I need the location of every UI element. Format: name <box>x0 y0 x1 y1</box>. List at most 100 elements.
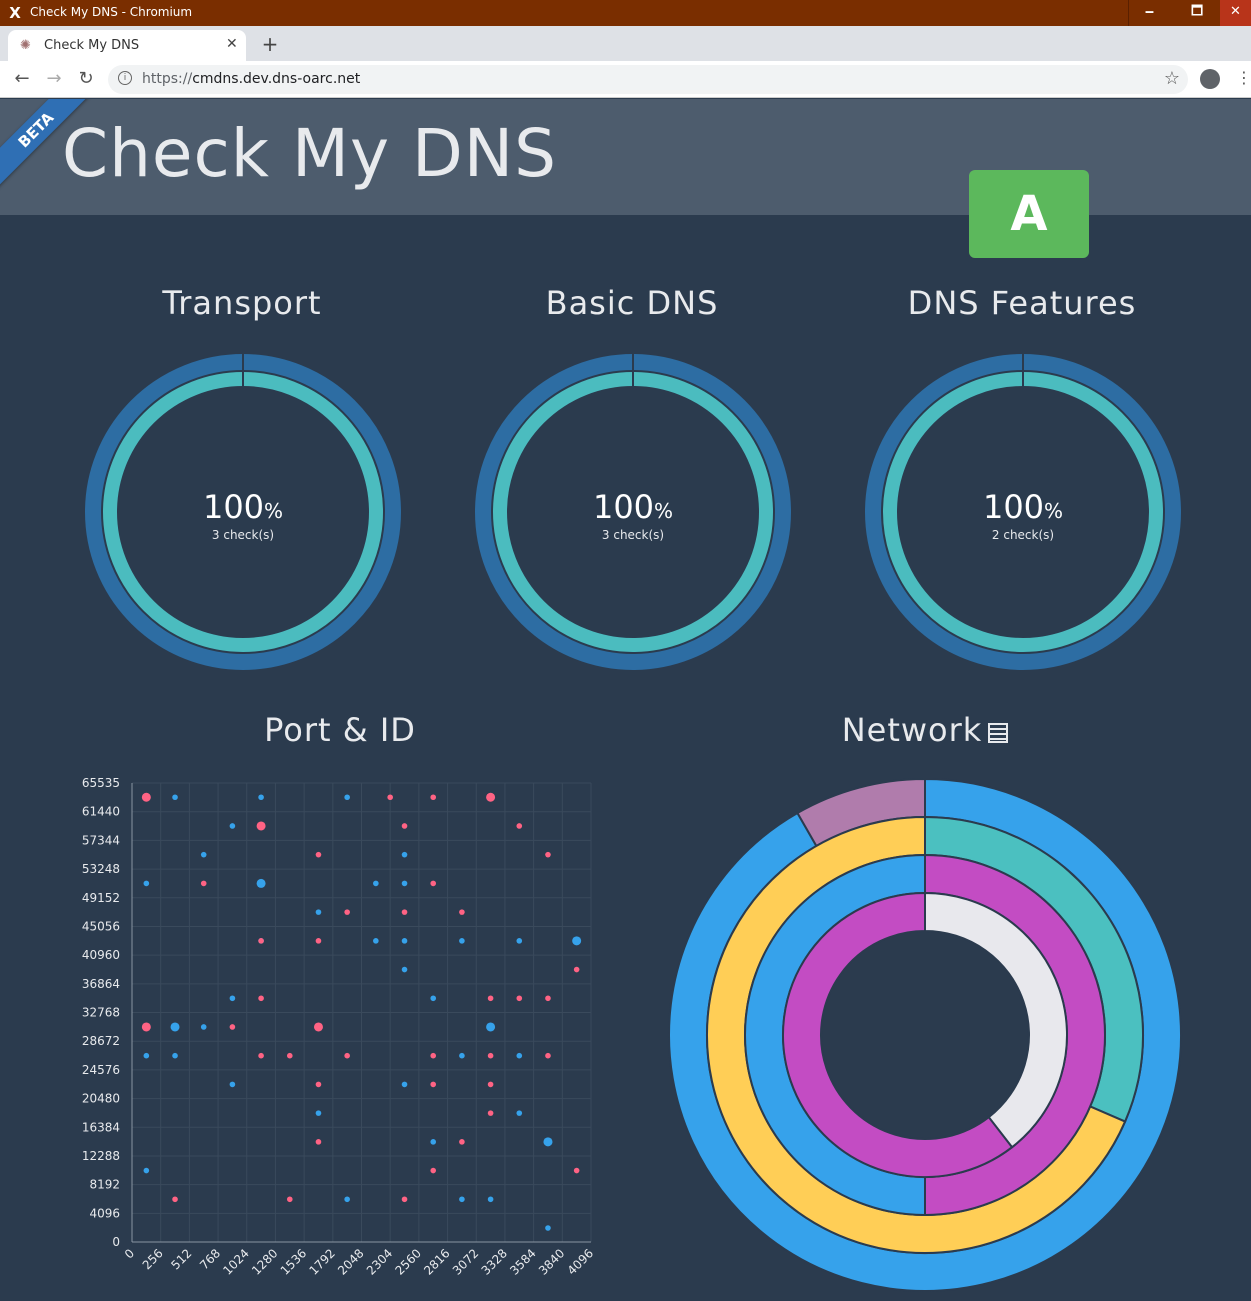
tab-check-my-dns[interactable]: ✺ Check My DNS ✕ <box>8 30 246 61</box>
data-point[interactable] <box>200 880 207 887</box>
data-point[interactable] <box>143 880 150 887</box>
data-point[interactable] <box>573 966 580 973</box>
list-icon[interactable] <box>988 723 1009 743</box>
data-point[interactable] <box>373 880 379 887</box>
data-point[interactable] <box>258 794 264 801</box>
data-point[interactable] <box>430 794 437 801</box>
address-bar[interactable]: i https://cmdns.dev.dns-oarc.net ☆ <box>108 65 1188 94</box>
info-icon[interactable]: i <box>118 71 132 85</box>
data-point[interactable] <box>344 1052 350 1059</box>
data-point[interactable] <box>487 1052 494 1059</box>
data-point[interactable] <box>401 1081 408 1088</box>
data-point[interactable] <box>229 1024 236 1030</box>
data-point[interactable] <box>143 1052 150 1059</box>
maximize-button[interactable]: 🗖 <box>1176 0 1218 26</box>
y-tick-label: 57344 <box>82 833 120 847</box>
data-point[interactable] <box>516 1110 523 1116</box>
data-point[interactable] <box>229 823 236 829</box>
data-point[interactable] <box>315 938 322 944</box>
profile-avatar-icon[interactable] <box>1200 69 1220 89</box>
reload-icon[interactable]: ↻ <box>74 68 98 90</box>
window-title: Check My DNS - Chromium <box>30 5 193 19</box>
new-tab-button[interactable]: + <box>258 32 282 56</box>
data-point[interactable] <box>258 1052 264 1059</box>
data-point[interactable] <box>256 821 266 831</box>
data-point[interactable] <box>286 1052 293 1059</box>
network-title: Network <box>775 711 1075 749</box>
data-point[interactable] <box>256 878 266 888</box>
tab-close-icon[interactable]: ✕ <box>226 36 238 52</box>
data-point[interactable] <box>459 938 465 944</box>
data-point[interactable] <box>573 1167 580 1174</box>
data-point[interactable] <box>200 1024 207 1030</box>
data-point[interactable] <box>401 938 408 944</box>
data-point[interactable] <box>401 1196 408 1203</box>
data-point[interactable] <box>172 1052 178 1059</box>
data-point[interactable] <box>315 1110 322 1116</box>
data-point[interactable] <box>459 1196 465 1203</box>
data-point[interactable] <box>401 909 408 915</box>
data-point[interactable] <box>430 1139 437 1145</box>
data-point[interactable] <box>286 1196 293 1203</box>
data-point[interactable] <box>543 1137 553 1147</box>
close-window-button[interactable]: ✕ <box>1220 0 1251 26</box>
data-point[interactable] <box>344 794 350 801</box>
data-point[interactable] <box>229 995 236 1002</box>
data-point[interactable] <box>430 995 437 1002</box>
minimize-button[interactable]: 🗕 <box>1128 0 1170 26</box>
data-point[interactable] <box>487 1081 494 1088</box>
forward-icon[interactable]: → <box>42 68 66 90</box>
data-point[interactable] <box>200 851 207 858</box>
data-point[interactable] <box>315 1081 322 1088</box>
data-point[interactable] <box>487 1110 494 1116</box>
data-point[interactable] <box>516 938 523 944</box>
data-point[interactable] <box>459 1139 465 1145</box>
data-point[interactable] <box>401 851 408 858</box>
url-text[interactable]: https://cmdns.dev.dns-oarc.net <box>142 71 360 87</box>
data-point[interactable] <box>170 1022 180 1032</box>
data-point[interactable] <box>258 938 264 944</box>
data-point[interactable] <box>172 794 178 801</box>
data-point[interactable] <box>401 823 408 829</box>
y-tick-label: 4096 <box>89 1206 120 1220</box>
data-point[interactable] <box>344 909 350 915</box>
data-point[interactable] <box>459 1052 465 1059</box>
data-point[interactable] <box>344 1196 350 1203</box>
data-point[interactable] <box>401 966 408 973</box>
data-point[interactable] <box>430 1052 437 1059</box>
data-point[interactable] <box>486 792 496 802</box>
data-point[interactable] <box>315 851 322 858</box>
data-point[interactable] <box>143 1167 150 1174</box>
browser-menu-icon[interactable]: ⋮ <box>1236 68 1251 87</box>
data-point[interactable] <box>430 880 437 887</box>
data-point[interactable] <box>258 995 264 1002</box>
data-point[interactable] <box>487 995 494 1002</box>
data-point[interactable] <box>141 1022 151 1032</box>
data-point[interactable] <box>545 1225 551 1231</box>
data-point[interactable] <box>545 851 551 858</box>
grade-badge: A <box>969 170 1089 258</box>
back-icon[interactable]: ← <box>10 68 34 90</box>
data-point[interactable] <box>141 792 151 802</box>
data-point[interactable] <box>315 1139 322 1145</box>
data-point[interactable] <box>313 1022 323 1032</box>
data-point[interactable] <box>572 936 582 946</box>
bookmark-star-icon[interactable]: ☆ <box>1164 68 1180 89</box>
x-tick-label: 512 <box>168 1246 194 1272</box>
data-point[interactable] <box>315 909 322 915</box>
data-point[interactable] <box>172 1196 178 1203</box>
data-point[interactable] <box>430 1167 437 1174</box>
data-point[interactable] <box>486 1022 496 1032</box>
data-point[interactable] <box>401 880 408 887</box>
data-point[interactable] <box>459 909 465 915</box>
data-point[interactable] <box>516 1052 523 1059</box>
data-point[interactable] <box>516 995 523 1002</box>
data-point[interactable] <box>487 1196 494 1203</box>
data-point[interactable] <box>545 1052 551 1059</box>
data-point[interactable] <box>373 938 379 944</box>
data-point[interactable] <box>516 823 523 829</box>
data-point[interactable] <box>430 1081 437 1088</box>
data-point[interactable] <box>545 995 551 1002</box>
data-point[interactable] <box>229 1081 236 1088</box>
data-point[interactable] <box>387 794 393 801</box>
